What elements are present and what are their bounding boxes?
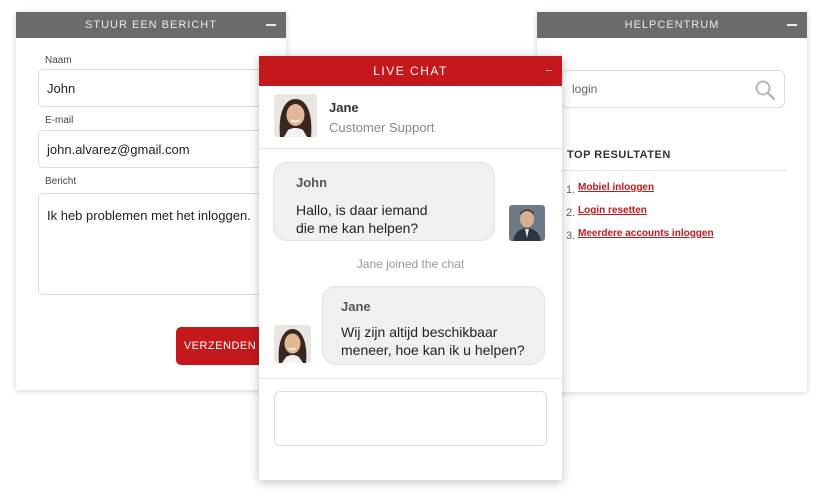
divider <box>561 170 787 171</box>
result-link[interactable]: Login resetten <box>578 205 647 219</box>
chat-message-agent: Jane Wij zijn altijd beschikbaar meneer,… <box>322 286 545 365</box>
message-text: Hallo, is daar iemand die me kan helpen? <box>296 202 428 236</box>
search-icon[interactable] <box>754 79 776 101</box>
woman-avatar-icon <box>274 94 317 137</box>
result-link[interactable]: Meerdere accounts inloggen <box>578 228 714 242</box>
user-avatar <box>509 205 545 241</box>
message-sender: John <box>296 175 328 190</box>
help-search-input[interactable]: login <box>561 70 785 108</box>
send-button[interactable]: Verzenden <box>176 327 264 365</box>
result-item: 1. Mobiel inloggen <box>566 182 654 196</box>
form-title: Stuur een bericht <box>85 19 217 31</box>
name-field[interactable]: John <box>38 69 274 107</box>
name-value: John <box>47 80 76 96</box>
man-avatar-icon <box>509 205 545 241</box>
message-text: Wij zijn altijd beschikbaar meneer, hoe … <box>341 324 525 358</box>
minimize-icon[interactable] <box>787 24 797 26</box>
name-label: Naam <box>45 55 72 66</box>
minimize-icon[interactable] <box>546 70 552 71</box>
chat-status: Jane joined the chat <box>356 257 465 271</box>
help-title: Helpcentrum <box>624 19 720 31</box>
chat-header: Live chat <box>259 56 562 86</box>
top-results-title: Top resultaten <box>567 149 671 161</box>
message-sender: Jane <box>341 299 371 314</box>
chat-title: Live chat <box>373 64 448 78</box>
message-label: Bericht <box>45 176 77 187</box>
email-field[interactable]: john.alvarez@gmail.com <box>38 130 274 168</box>
result-number: 2. <box>566 207 576 219</box>
chat-message-input[interactable] <box>274 391 547 446</box>
result-item: 3. Meerdere accounts inloggen <box>566 228 714 242</box>
chat-message-user: John Hallo, is daar iemand die me kan he… <box>273 162 495 241</box>
form-panel-header: Stuur een bericht <box>16 12 286 38</box>
result-item: 2. Login resetten <box>566 205 647 219</box>
agent-avatar <box>274 94 317 137</box>
woman-avatar-icon <box>274 325 311 363</box>
agent-name: Jane <box>329 100 359 115</box>
result-link[interactable]: Mobiel inloggen <box>578 182 654 196</box>
contact-form-panel: Stuur een bericht Naam John E-mail john.… <box>16 12 286 390</box>
email-label: E-mail <box>45 115 74 126</box>
live-chat-panel: Live chat Jane Customer Support John Hal… <box>259 56 562 480</box>
minimize-icon[interactable] <box>266 24 276 26</box>
result-number: 3. <box>566 230 576 242</box>
agent-role: Customer Support <box>329 120 435 135</box>
email-value: john.alvarez@gmail.com <box>47 141 190 157</box>
agent-info: Jane Customer Support <box>259 86 562 149</box>
message-value: Ik heb problemen met het inloggen. <box>47 208 251 223</box>
message-field[interactable]: Ik heb problemen met het inloggen. <box>38 193 274 295</box>
result-number: 1. <box>566 184 576 196</box>
agent-avatar <box>274 325 311 363</box>
help-search-value: login <box>572 82 598 96</box>
divider <box>259 378 562 379</box>
help-panel-header: Helpcentrum <box>537 12 807 38</box>
help-center-panel: Helpcentrum login Top resultaten 1. Mobi… <box>537 12 807 392</box>
